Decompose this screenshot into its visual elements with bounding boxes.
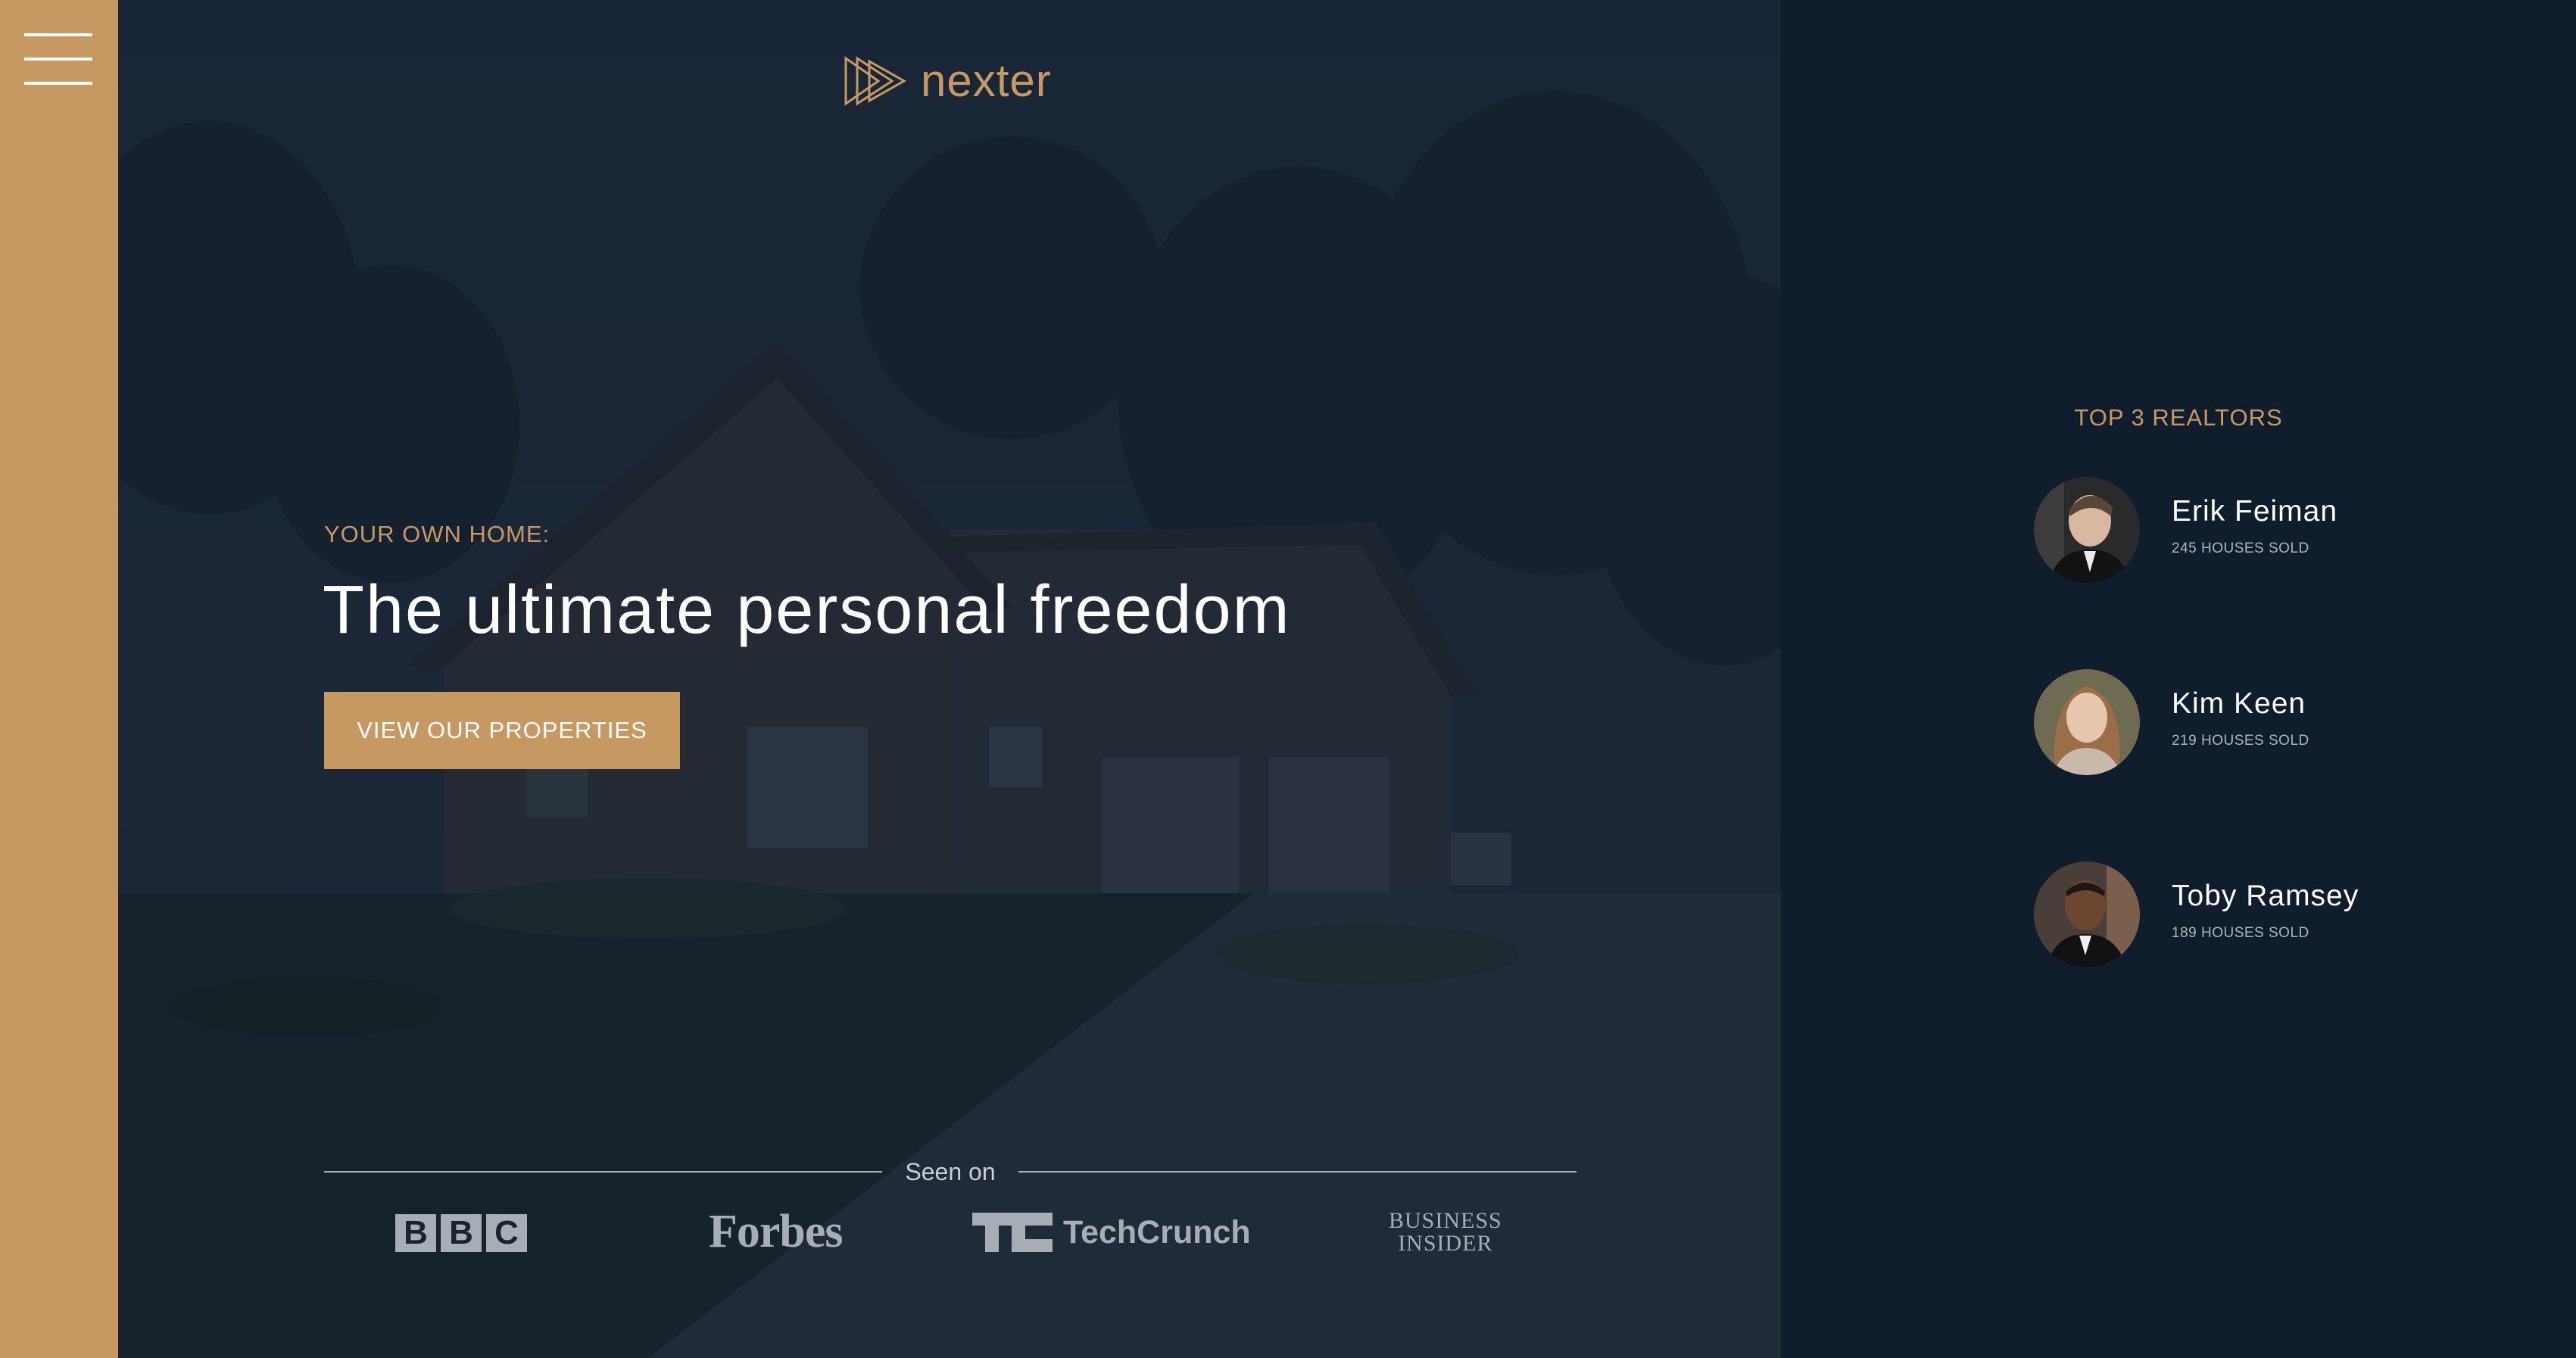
hero-overlay [118,0,1781,1358]
avatar [2034,669,2140,775]
forbes-logo: Forbes [709,1205,844,1257]
bbc-logo: B B C [395,1214,527,1252]
realtor-name: Kim Keen [2172,687,2306,720]
divider-line [1018,1171,1576,1173]
bi-line-2: INSIDER [1398,1231,1493,1256]
brand-name: nexter [921,55,1052,106]
seen-on-label: Seen on [905,1157,996,1185]
hamburger-menu-icon[interactable] [24,33,92,88]
bi-line-1: BUSINESS [1389,1208,1502,1233]
hero-section: nexter YOUR OWN HOME: The ultimate perso… [118,0,1781,1358]
realtor-card[interactable]: Toby Ramsey 189 HOUSES SOLD [2034,861,2458,967]
sidebar [0,0,118,1358]
realtor-card[interactable]: Kim Keen 219 HOUSES SOLD [2034,669,2458,775]
hero-title: The ultimate personal freedom [323,572,1291,648]
avatar [2034,477,2140,583]
brand-logo[interactable]: nexter [844,55,1052,107]
avatar [2034,861,2140,967]
realtor-name: Toby Ramsey [2172,880,2359,912]
bbc-letter: B [395,1214,436,1252]
hero-subtitle: YOUR OWN HOME: [324,521,550,547]
play-triangles-logo-icon [844,56,907,106]
realtor-sold-count: 219 HOUSES SOLD [2172,733,2309,749]
tc-mark-icon [972,1213,1053,1252]
menu-line [24,33,92,36]
techcrunch-wordmark: TechCrunch [1063,1213,1251,1251]
realtors-panel: TOP 3 REALTORS Erik Feiman 245 HOUSES SO… [1781,0,2576,1358]
menu-line [24,82,92,85]
bbc-letter: C [486,1214,527,1252]
realtors-heading: TOP 3 REALTORS [2074,404,2283,431]
realtor-name: Erik Feiman [2172,495,2338,528]
menu-line [24,58,92,61]
seen-on-divider: Seen on [324,1155,1576,1188]
business-insider-logo: BUSINESS INSIDER [1389,1210,1502,1255]
realtor-sold-count: 189 HOUSES SOLD [2172,925,2309,941]
divider-line [324,1171,883,1173]
realtor-sold-count: 245 HOUSES SOLD [2172,540,2309,556]
realtor-card[interactable]: Erik Feiman 245 HOUSES SOLD [2034,477,2458,583]
view-properties-button[interactable]: VIEW OUR PROPERTIES [324,692,680,769]
bbc-letter: B [441,1214,482,1252]
techcrunch-logo: TechCrunch [972,1211,1251,1254]
